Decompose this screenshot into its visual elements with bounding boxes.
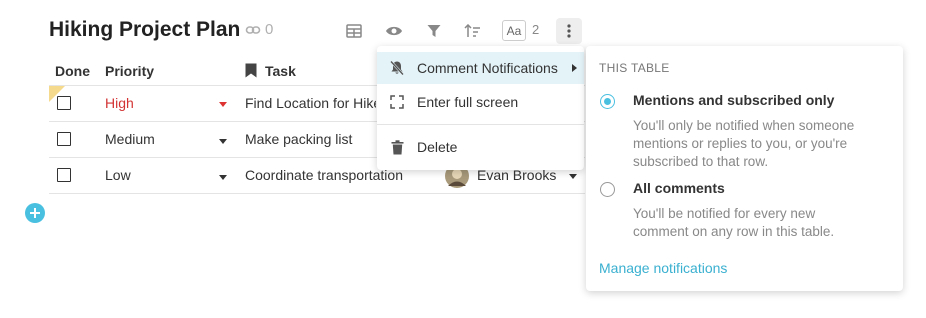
page-title[interactable]: Hiking Project Plan <box>49 18 240 42</box>
column-header-task: Task <box>265 63 296 79</box>
manage-notifications-link[interactable]: Manage notifications <box>599 260 727 276</box>
visibility-button[interactable] <box>383 22 405 40</box>
comment-notifications-panel: THIS TABLE Mentions and subscribed only … <box>586 46 903 291</box>
menu-divider <box>377 124 584 125</box>
more-vertical-icon <box>567 24 571 38</box>
menu-item-label: Delete <box>417 139 458 155</box>
done-checkbox[interactable] <box>57 96 71 110</box>
column-header-done[interactable]: Done <box>55 63 90 79</box>
sort-button[interactable] <box>462 22 482 40</box>
menu-item-full-screen[interactable]: Enter full screen <box>377 86 584 118</box>
task-value[interactable]: Find Location for Hike <box>245 95 376 111</box>
link-count[interactable]: 0 <box>245 21 273 38</box>
menu-item-label: Comment Notifications <box>417 60 558 76</box>
trash-icon <box>377 139 417 155</box>
table-icon <box>346 24 362 38</box>
description-line: You'll only be notified when someone <box>633 118 855 133</box>
priority-value[interactable]: High <box>105 95 134 111</box>
eye-icon <box>386 26 402 36</box>
done-checkbox[interactable] <box>57 132 71 146</box>
sort-icon <box>463 24 480 37</box>
submenu-arrow-icon <box>572 64 577 72</box>
menu-item-delete[interactable]: Delete <box>377 131 584 163</box>
filter-icon <box>427 25 441 37</box>
add-row-button[interactable] <box>25 203 45 223</box>
option-title-all-comments[interactable]: All comments <box>633 180 725 196</box>
row-divider <box>49 193 585 194</box>
more-options-button[interactable] <box>556 18 582 44</box>
table-view-button[interactable] <box>344 22 364 40</box>
radio-all-comments[interactable] <box>600 182 615 197</box>
more-options-menu: Comment Notifications Enter full screen … <box>377 46 584 170</box>
section-label: THIS TABLE <box>599 61 670 75</box>
priority-dropdown-icon[interactable] <box>219 102 227 107</box>
filter-button[interactable] <box>424 22 444 40</box>
bell-off-icon <box>377 60 417 76</box>
assignee-dropdown-icon[interactable] <box>569 174 577 179</box>
priority-dropdown-icon[interactable] <box>219 175 227 180</box>
link-icon <box>245 25 261 34</box>
description-line: mentions or replies to you, or you're <box>633 136 848 151</box>
done-checkbox[interactable] <box>57 168 71 182</box>
radio-mentions-subscribed[interactable] <box>600 94 615 109</box>
description-line: You'll be notified for every new <box>633 206 816 221</box>
task-value[interactable]: Make packing list <box>245 131 352 147</box>
description-line: comment on any row in this table. <box>633 224 835 239</box>
description-line: subscribed to that row. <box>633 154 769 169</box>
link-count-value: 0 <box>265 21 274 38</box>
priority-value[interactable]: Low <box>105 167 131 183</box>
option-description-mentions: You'll only be notified when someone men… <box>633 117 883 171</box>
fullscreen-icon <box>377 95 417 109</box>
menu-item-comment-notifications[interactable]: Comment Notifications <box>377 52 584 84</box>
priority-dropdown-icon[interactable] <box>219 139 227 144</box>
option-description-all-comments: You'll be notified for every new comment… <box>633 205 883 241</box>
priority-value[interactable]: Medium <box>105 131 155 147</box>
column-header-priority[interactable]: Priority <box>105 63 154 79</box>
font-size-button[interactable]: Aa <box>502 20 526 41</box>
bookmark-icon <box>245 63 257 78</box>
menu-item-label: Enter full screen <box>417 94 519 110</box>
font-size-count: 2 <box>532 22 540 37</box>
option-title-mentions[interactable]: Mentions and subscribed only <box>633 92 834 108</box>
